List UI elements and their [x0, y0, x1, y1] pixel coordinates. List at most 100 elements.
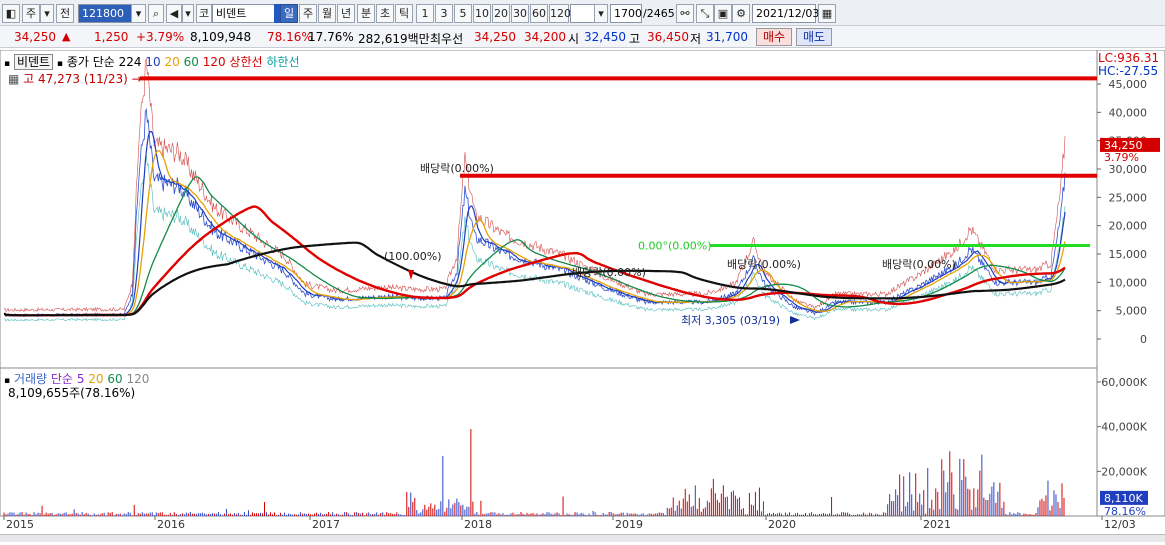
low-marker-label: 최저 3,305 (03/19)	[681, 314, 780, 327]
search-icon[interactable]: ⌕	[148, 4, 164, 23]
interval-3-button[interactable]: 3	[435, 4, 453, 23]
price-axis-label: 40,000	[1109, 106, 1148, 119]
interval-5-button[interactable]: 5	[454, 4, 472, 23]
buy-button[interactable]: 매수	[756, 28, 792, 46]
high-label: 고	[629, 32, 641, 46]
price-axis-label: 25,000	[1109, 191, 1148, 204]
dividend-label-2: 배당락(0.00%)	[572, 266, 646, 279]
low-price: 31,700	[706, 30, 748, 44]
scroll-bar[interactable]	[0, 534, 1165, 542]
toolbar: ◧ 주 ▾ 전 121800 ▾ ⌕ ◀ ▾ 코 비덴트 일 주 월 년 분 초…	[0, 0, 1165, 26]
x-axis-label: 2017	[312, 518, 340, 531]
scale-icon[interactable]: ⤡	[696, 4, 714, 23]
volume-value: 8,109,948	[190, 30, 252, 44]
speaker-dropdown-icon[interactable]: ▾	[182, 4, 194, 23]
x-axis-label: 2019	[615, 518, 643, 531]
price-axis-label: 5,000	[1116, 305, 1148, 318]
volume-panel	[0, 367, 1098, 517]
price-axis-label: 10,000	[1109, 276, 1148, 289]
period-minute-button[interactable]: 분	[357, 4, 375, 23]
stock-tag[interactable]: 비덴트	[13, 54, 54, 70]
date-input[interactable]: 2021/12/03	[752, 4, 819, 23]
low-label: 저	[690, 32, 702, 46]
volume-tag-text: 8,110K	[1104, 492, 1143, 505]
open-label: 시	[568, 32, 580, 46]
ma-description: 종가 단순 224	[66, 55, 142, 69]
dividend-label-1: 배당락(0.00%)	[420, 162, 494, 175]
square-icon: ▪	[4, 59, 11, 69]
green-line-label: 0.00°(0.00%)	[638, 240, 712, 253]
price-axis-label: 45,000	[1109, 78, 1148, 91]
interval-120-button[interactable]: 120	[549, 4, 571, 23]
interval-dropdown-icon[interactable]: ▾	[594, 4, 608, 23]
current-price-pct: 3.79%	[1104, 151, 1139, 164]
volume-axis-label: 20,000K	[1101, 465, 1147, 478]
best-sell: 34,250	[474, 30, 516, 44]
period-day-button[interactable]: 일	[280, 4, 298, 23]
square-icon-2: ▪	[56, 59, 63, 69]
link-icon[interactable]: ⚯	[676, 4, 694, 23]
best-label: 최우선	[430, 32, 464, 46]
turnover-ratio: 17.76%	[308, 30, 354, 44]
period-week-button[interactable]: 주	[299, 4, 317, 23]
lc-value: LC:936.31	[1098, 51, 1160, 65]
interval-60-button[interactable]: 60	[530, 4, 548, 23]
stock-code-input[interactable]: 121800	[78, 4, 132, 23]
price-axis-label: 20,000	[1109, 220, 1148, 233]
x-axis-label: 2015	[6, 518, 34, 531]
x-axis-label: 12/03	[1104, 518, 1136, 531]
speaker-icon[interactable]: ◀	[166, 4, 182, 23]
period-month-button[interactable]: 월	[318, 4, 336, 23]
gear-icon[interactable]: ⚙	[732, 4, 750, 23]
market-ko-label: 코	[196, 4, 212, 23]
sell-button[interactable]: 매도	[796, 28, 832, 46]
up-triangle-icon: ▲	[62, 30, 71, 43]
volume-value-label: 8,109,655주(78.16%)	[8, 386, 136, 400]
lower-band-legend[interactable]: 하한선	[266, 55, 299, 69]
chart-canvas[interactable]: 45,00040,00035,00030,00025,00020,00015,0…	[0, 49, 1165, 542]
ju-button[interactable]: 주	[22, 4, 40, 23]
volume-axis-label: 60,000K	[1101, 376, 1147, 389]
quote-bar: 34,250 ▲ 1,250 +3.79% 8,109,948 78.16% 1…	[0, 26, 1165, 48]
volume-tag-pct: 78.16%	[1104, 505, 1146, 518]
window-icon[interactable]: ◧	[2, 4, 20, 23]
interval-10-button[interactable]: 10	[473, 4, 491, 23]
x-axis-label: 2020	[768, 518, 796, 531]
percent-100-label: (100.00%)	[384, 250, 442, 263]
ma20-legend[interactable]: 20	[164, 55, 179, 69]
best-buy: 34,200	[524, 30, 566, 44]
trade-amount: 282,619백만	[358, 32, 430, 46]
code-dropdown-icon[interactable]: ▾	[131, 4, 146, 23]
change-pct: +3.79%	[136, 30, 185, 44]
period-tick-button[interactable]: 틱	[395, 4, 413, 23]
jeon-button[interactable]: 전	[56, 4, 74, 23]
change-value: 1,250	[94, 30, 129, 44]
high-marker-label: 고 47,273 (11/23)	[23, 72, 128, 86]
count-input[interactable]: 1700	[610, 4, 642, 23]
chevron-down-icon[interactable]: ▾	[40, 4, 54, 23]
upper-band-legend[interactable]: 상한선	[229, 55, 262, 69]
stock-chart[interactable]: 45,00040,00035,00030,00025,00020,00015,0…	[0, 49, 1165, 542]
period-second-button[interactable]: 초	[376, 4, 394, 23]
interval-30-button[interactable]: 30	[511, 4, 529, 23]
price-axis-label: 0	[1140, 333, 1147, 346]
interval-20-button[interactable]: 20	[492, 4, 510, 23]
arrow-right-icon: →	[131, 72, 142, 86]
period-year-button[interactable]: 년	[337, 4, 355, 23]
save-icon[interactable]: ▣	[714, 4, 732, 23]
grid-icon: ▦	[8, 72, 20, 86]
stock-name-field[interactable]: 비덴트	[212, 4, 276, 23]
x-axis-label: 2016	[157, 518, 185, 531]
ma10-legend[interactable]: 10	[145, 55, 160, 69]
current-price: 34,250	[14, 30, 56, 44]
dividend-label-4: 배당락(0.00%)	[882, 258, 956, 271]
price-axis-label: 15,000	[1109, 248, 1148, 261]
dividend-label-3: 배당락(0.00%)	[727, 258, 801, 271]
interval-1-button[interactable]: 1	[416, 4, 434, 23]
open-price: 32,450	[584, 30, 626, 44]
high-price: 36,450	[647, 30, 689, 44]
calendar-icon[interactable]: ▦	[818, 4, 836, 23]
ma60-legend[interactable]: 60	[184, 55, 199, 69]
ma120-legend[interactable]: 120	[203, 55, 226, 69]
total-count: /2465	[643, 7, 675, 20]
